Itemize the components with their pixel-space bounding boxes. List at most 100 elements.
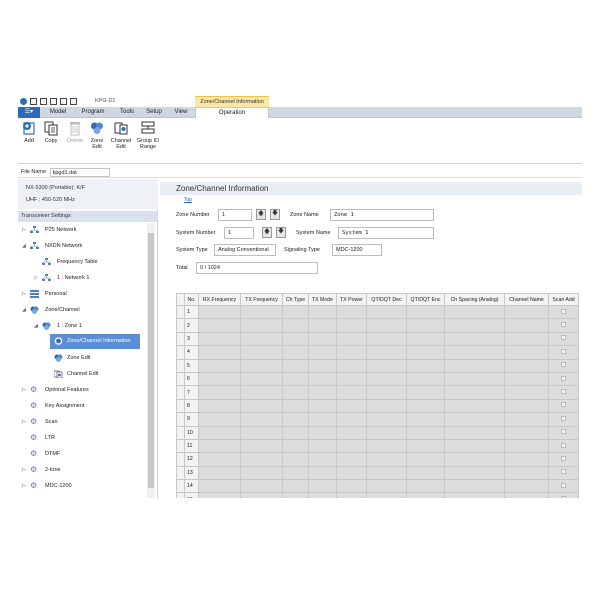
system-number-up-button[interactable]: 🡅 (262, 227, 272, 238)
table-cell[interactable] (366, 331, 407, 347)
table-cell[interactable] (366, 318, 407, 333)
file-menu-button[interactable]: ☰▾ (18, 107, 40, 118)
column-header[interactable]: QT/DQT Enc (406, 293, 445, 306)
tree-item-mdc-1200[interactable]: ▷ ⚙ MDC-1200 (18, 479, 146, 493)
column-header[interactable]: Scan Add (548, 293, 579, 306)
tree-item-zone-1[interactable]: ◢ 1 : Zone 1 (18, 319, 146, 333)
table-cell[interactable] (336, 465, 367, 481)
table-cell[interactable] (406, 425, 445, 440)
write-icon[interactable] (70, 98, 77, 105)
table-cell[interactable] (444, 412, 505, 427)
table-cell[interactable] (308, 425, 337, 440)
table-cell[interactable] (444, 398, 505, 414)
row-header[interactable] (176, 452, 185, 467)
scan-add-checkbox[interactable] (561, 335, 566, 341)
system-name-field[interactable]: System 1 (338, 227, 434, 239)
tree-item-scan[interactable]: ▷ ⚙ Scan (18, 415, 146, 429)
row-header[interactable] (176, 465, 185, 481)
table-cell[interactable] (366, 398, 407, 414)
table-cell[interactable] (406, 465, 445, 481)
system-type-field[interactable]: Analog Conventional (214, 244, 276, 256)
scan-add-checkbox[interactable] (561, 429, 566, 435)
table-cell[interactable] (282, 358, 309, 373)
expand-icon[interactable]: ▷ (22, 383, 28, 397)
row-header[interactable] (176, 492, 185, 498)
row-header[interactable] (176, 385, 185, 400)
tab-view[interactable]: View (170, 107, 192, 118)
table-cell[interactable] (504, 385, 549, 400)
table-cell[interactable] (308, 479, 337, 494)
table-cell[interactable] (336, 358, 367, 373)
channel-edit-button[interactable]: Channel Edit (110, 120, 132, 160)
tree-item-nxdn-network[interactable]: ◢ NXDN Network (18, 239, 146, 253)
table-row[interactable]: 3 (176, 331, 579, 347)
table-cell[interactable] (198, 465, 241, 481)
scan-add-cell[interactable] (548, 438, 579, 454)
tab-program[interactable]: Program (76, 107, 110, 118)
table-cell[interactable] (504, 465, 549, 481)
scan-add-checkbox[interactable] (561, 402, 566, 408)
tree-item-frequency-table[interactable]: Frequency Table (18, 255, 146, 269)
table-row[interactable]: 14 (176, 479, 579, 494)
table-cell[interactable] (406, 479, 445, 494)
table-cell[interactable] (240, 425, 283, 440)
tab-model[interactable]: Model (44, 107, 72, 118)
table-cell[interactable] (308, 385, 337, 400)
table-cell[interactable] (240, 318, 283, 333)
table-cell[interactable] (444, 479, 505, 494)
table-cell[interactable] (240, 412, 283, 427)
table-cell[interactable] (444, 492, 505, 498)
row-header[interactable] (176, 345, 185, 360)
save-icon[interactable] (50, 98, 57, 105)
table-row[interactable]: 8 (176, 398, 579, 414)
scan-add-cell[interactable] (548, 358, 579, 373)
scan-add-cell[interactable] (548, 479, 579, 494)
tree-item-zone-edit[interactable]: Zone Edit (18, 351, 146, 365)
table-row[interactable]: 9 (176, 412, 579, 427)
delete-button[interactable]: Delete (65, 120, 85, 160)
table-cell[interactable] (406, 318, 445, 333)
scan-add-checkbox[interactable] (561, 375, 566, 381)
row-header[interactable] (176, 371, 185, 387)
scan-add-cell[interactable] (548, 318, 579, 333)
scan-add-cell[interactable] (548, 492, 579, 498)
table-cell[interactable] (444, 345, 505, 360)
table-cell[interactable] (366, 304, 407, 320)
table-row[interactable]: 12 (176, 452, 579, 467)
table-cell[interactable] (198, 385, 241, 400)
table-cell[interactable] (366, 345, 407, 360)
column-header[interactable]: Ch Spacing (Analog) (444, 293, 505, 306)
table-cell[interactable] (198, 492, 241, 498)
tree-item-optional-features[interactable]: ▷ ⚙ Optional Features (18, 383, 146, 397)
table-cell[interactable] (240, 438, 283, 454)
top-link[interactable]: Top (184, 197, 192, 203)
table-cell[interactable] (282, 492, 309, 498)
tab-setup[interactable]: Setup (142, 107, 166, 118)
scan-add-checkbox[interactable] (561, 442, 566, 448)
tree-item-dtmf[interactable]: ⚙ DTMF (18, 447, 146, 461)
tree-item-p25-network[interactable]: ▷ P25 Network (18, 223, 146, 237)
table-cell[interactable] (366, 465, 407, 481)
table-cell[interactable] (282, 371, 309, 387)
table-cell[interactable] (240, 358, 283, 373)
column-header[interactable]: TX Mode (308, 293, 337, 306)
table-cell[interactable] (406, 331, 445, 347)
column-header[interactable]: RX Frequency (198, 293, 241, 306)
table-cell[interactable] (406, 345, 445, 360)
copy-button[interactable]: Copy (42, 120, 60, 160)
table-cell[interactable] (240, 331, 283, 347)
table-row[interactable]: 11 (176, 438, 579, 454)
table-cell[interactable] (406, 371, 445, 387)
table-cell[interactable] (336, 398, 367, 414)
signaling-type-field[interactable]: MDC-1200 (332, 244, 382, 256)
table-cell[interactable] (406, 452, 445, 467)
column-header[interactable]: TX Power (336, 293, 367, 306)
table-cell[interactable] (240, 371, 283, 387)
table-cell[interactable] (308, 398, 337, 414)
table-cell[interactable] (240, 385, 283, 400)
table-cell[interactable] (444, 385, 505, 400)
table-cell[interactable] (504, 479, 549, 494)
table-cell[interactable] (282, 304, 309, 320)
scan-add-checkbox[interactable] (561, 469, 566, 475)
row-header[interactable] (176, 398, 185, 414)
